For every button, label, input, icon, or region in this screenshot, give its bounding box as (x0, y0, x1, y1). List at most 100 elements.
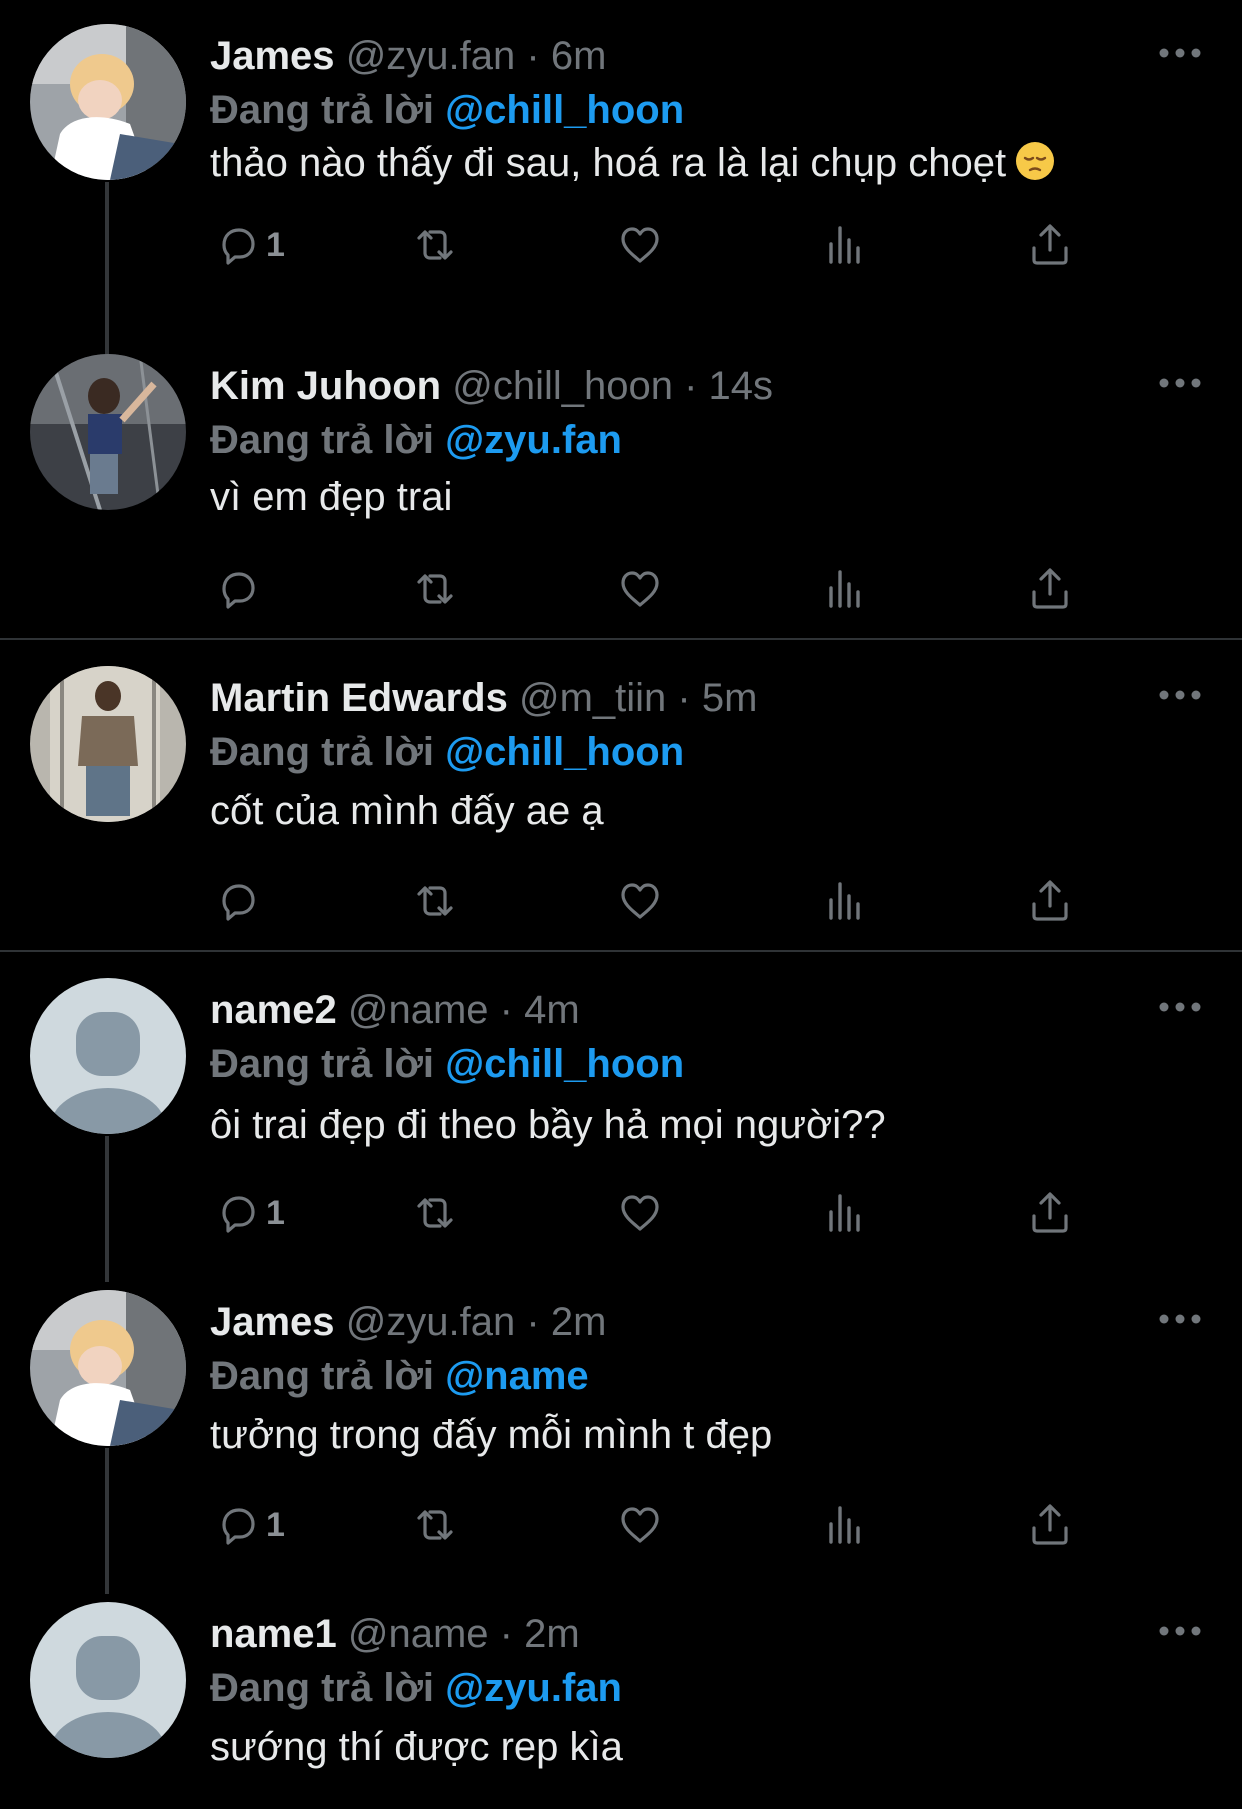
heart-icon (621, 227, 659, 263)
display-name[interactable]: name1 (210, 1612, 337, 1656)
share-button[interactable] (1025, 215, 1075, 275)
share-button[interactable] (1025, 1495, 1075, 1555)
reply-count: 1 (266, 225, 285, 264)
replying-to: Đang trả lời @chill_hoon (210, 728, 684, 776)
tweet-kim-juhoon[interactable]: Kim Juhoon @chill_hoon · 14s Đang trả lờ… (0, 354, 1242, 624)
tweet-actions: 1 (210, 215, 1110, 275)
display-name[interactable]: James (210, 1300, 335, 1344)
replying-to-handle[interactable]: @zyu.fan (445, 418, 622, 462)
heart-icon (621, 1195, 659, 1231)
user-handle[interactable]: @chill_hoon (452, 364, 673, 408)
tweet-name2[interactable]: name2 @name · 4m Đang trả lời @chill_hoo… (0, 978, 1242, 1282)
like-button[interactable] (615, 215, 665, 275)
views-button[interactable] (820, 559, 870, 619)
avatar-photo-james (30, 24, 186, 180)
replying-to-handle[interactable]: @chill_hoon (445, 730, 684, 774)
tweet-header: James @zyu.fan · 6m (210, 32, 606, 80)
views-button[interactable] (820, 215, 870, 275)
separator-dot: · (526, 34, 540, 78)
timestamp[interactable]: 6m (551, 34, 607, 78)
reply-button[interactable]: 1 (210, 1183, 285, 1243)
like-button[interactable] (615, 1183, 665, 1243)
more-icon[interactable] (1158, 1000, 1202, 1014)
retweet-icon (417, 230, 453, 260)
share-button[interactable] (1025, 559, 1075, 619)
more-icon[interactable] (1158, 376, 1202, 390)
heart-icon (621, 883, 659, 919)
timestamp[interactable]: 2m (551, 1300, 607, 1344)
avatar[interactable] (30, 978, 186, 1134)
replying-to-handle[interactable]: @zyu.fan (445, 1666, 622, 1710)
retweet-button[interactable] (410, 1495, 460, 1555)
views-button[interactable] (820, 1183, 870, 1243)
avatar[interactable] (30, 1290, 186, 1446)
reply-icon (222, 1508, 255, 1545)
share-button[interactable] (1025, 1183, 1075, 1243)
views-button[interactable] (820, 871, 870, 931)
more-icon[interactable] (1158, 1624, 1202, 1638)
avatar-photo-martin-edwards (30, 666, 186, 822)
timestamp[interactable]: 5m (702, 676, 758, 720)
replying-to-handle[interactable]: @chill_hoon (445, 1042, 684, 1086)
user-handle[interactable]: @zyu.fan (346, 1300, 516, 1344)
retweet-icon (417, 574, 453, 604)
avatar[interactable] (30, 1602, 186, 1758)
separator-dot: · (684, 364, 698, 408)
views-icon (829, 226, 860, 264)
reply-icon (222, 572, 255, 609)
tweet-martin-edwards[interactable]: Martin Edwards @m_tiin · 5m Đang trả lời… (0, 666, 1242, 936)
views-button[interactable] (820, 1495, 870, 1555)
reply-icon (222, 228, 255, 265)
thread-line (105, 1136, 109, 1282)
default-avatar-icon (30, 978, 186, 1134)
display-name[interactable]: name2 (210, 988, 337, 1032)
more-icon[interactable] (1158, 46, 1202, 60)
share-button[interactable] (1025, 871, 1075, 931)
retweet-button[interactable] (410, 871, 460, 931)
retweet-button[interactable] (410, 559, 460, 619)
more-icon[interactable] (1158, 1312, 1202, 1326)
more-icon[interactable] (1158, 688, 1202, 702)
thread-line (105, 1448, 109, 1594)
replying-to: Đang trả lời @name (210, 1352, 589, 1400)
avatar[interactable] (30, 354, 186, 510)
retweet-button[interactable] (410, 1183, 460, 1243)
display-name[interactable]: Kim Juhoon (210, 364, 441, 408)
display-name[interactable]: Martin Edwards (210, 676, 508, 720)
tweet-header: name2 @name · 4m (210, 986, 580, 1034)
like-button[interactable] (615, 871, 665, 931)
tweet-actions: 1 (210, 1495, 1110, 1555)
tweet-name1[interactable]: name1 @name · 2m Đang trả lời @zyu.fan s… (0, 1602, 1242, 1802)
retweet-button[interactable] (410, 215, 460, 275)
views-icon (829, 1194, 860, 1232)
reply-button[interactable] (210, 871, 266, 931)
tweet-header: Martin Edwards @m_tiin · 5m (210, 674, 757, 722)
like-button[interactable] (615, 559, 665, 619)
timestamp[interactable]: 4m (524, 988, 580, 1032)
timestamp[interactable]: 14s (709, 364, 774, 408)
tweet-text: cốt của mình đấy ae ạ (210, 789, 604, 833)
tweet-james-1[interactable]: James @zyu.fan · 6m Đang trả lời @chill_… (0, 24, 1242, 358)
like-button[interactable] (615, 1495, 665, 1555)
user-handle[interactable]: @name (348, 1612, 489, 1656)
timestamp[interactable]: 2m (524, 1612, 580, 1656)
reply-button[interactable]: 1 (210, 1495, 285, 1555)
user-handle[interactable]: @zyu.fan (346, 34, 516, 78)
replying-to-handle[interactable]: @name (445, 1354, 589, 1398)
heart-icon (621, 571, 659, 607)
tweet-text: thảo nào thấy đi sau, hoá ra là lại chụp… (210, 138, 1056, 188)
tweet-james-2[interactable]: James @zyu.fan · 2m Đang trả lời @name t… (0, 1290, 1242, 1594)
reply-button[interactable]: 1 (210, 215, 285, 275)
avatar[interactable] (30, 666, 186, 822)
reply-button[interactable] (210, 559, 266, 619)
tweet-header: James @zyu.fan · 2m (210, 1298, 606, 1346)
user-handle[interactable]: @m_tiin (519, 676, 666, 720)
replying-to-handle[interactable]: @chill_hoon (445, 88, 684, 132)
replying-to-label: Đang trả lời (210, 1354, 435, 1398)
retweet-icon (417, 886, 453, 916)
display-name[interactable]: James (210, 34, 335, 78)
avatar[interactable] (30, 24, 186, 180)
user-handle[interactable]: @name (348, 988, 489, 1032)
share-icon (1032, 880, 1068, 921)
separator-dot: · (499, 988, 513, 1032)
